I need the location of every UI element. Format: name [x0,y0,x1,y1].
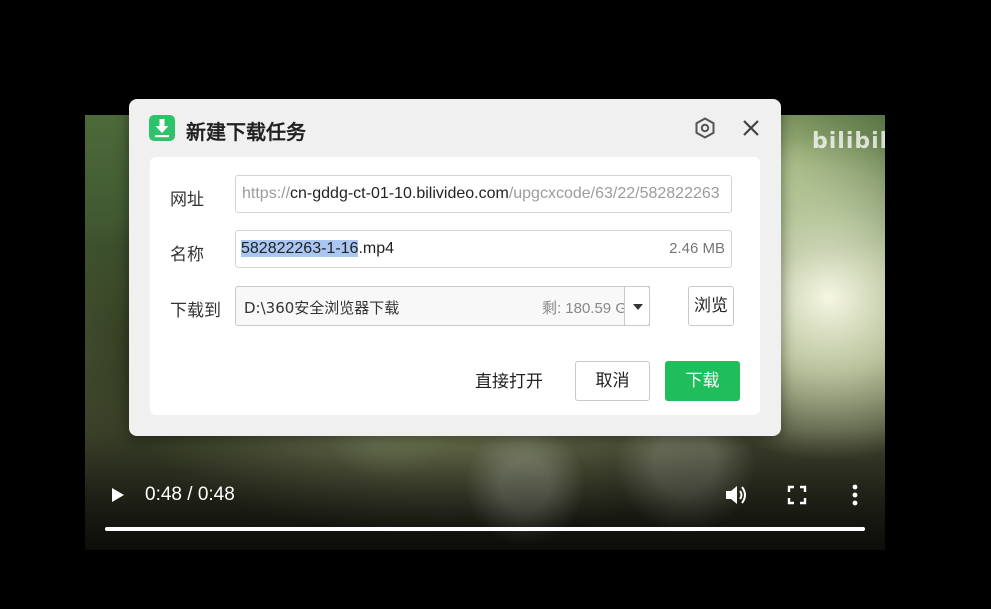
play-icon[interactable] [107,485,127,505]
browse-button[interactable]: 浏览 [688,286,734,326]
progress-fill [105,527,865,531]
filename-input[interactable]: 582822263-1-16.mp4 2.46 MB [235,230,732,268]
bilibili-watermark: bilibili [812,129,885,154]
save-path: D:\360安全浏览器下载 [244,299,400,317]
file-size: 2.46 MB [669,240,725,257]
close-icon[interactable] [740,117,762,139]
dialog-body: 网址 https://cn-gddg-ct-01-10.bilivideo.co… [150,157,760,415]
open-directly-button[interactable]: 直接打开 [468,362,550,402]
time-display: 0:48 / 0:48 [145,484,235,505]
url-path: /upgcxcode/63/22/582822263 [508,185,720,202]
dialog-title: 新建下载任务 [186,120,306,144]
url-host: cn-gddg-ct-01-10.bilivideo.com [290,185,509,202]
fullscreen-icon[interactable] [786,484,808,506]
more-options-icon[interactable] [845,482,865,508]
settings-icon[interactable] [693,116,717,140]
free-space: 剩: 180.59 GB [541,300,637,317]
progress-bar[interactable] [105,527,865,531]
video-controls: 0:48 / 0:48 [85,470,885,550]
url-scheme: https:// [242,185,291,202]
save-path-dropdown-button[interactable] [624,286,650,326]
name-label: 名称 [170,245,204,265]
save-to-label: 下载到 [170,301,221,321]
url-label: 网址 [170,190,204,210]
volume-icon[interactable] [723,482,749,508]
filename-extension: .mp4 [358,240,395,257]
save-path-field[interactable]: D:\360安全浏览器下载 剩: 180.59 GB [235,286,650,326]
url-input[interactable]: https://cn-gddg-ct-01-10.bilivideo.com/u… [235,175,732,213]
cancel-button[interactable]: 取消 [575,361,650,401]
filename-selected-text: 582822263-1-16 [241,240,359,257]
download-arrow-icon [149,115,175,141]
screen: bilibili 0:48 / 0:48 [0,0,991,609]
new-download-dialog: 新建下载任务 网址 https://cn-gddg-ct-01-10.biliv… [129,99,781,436]
download-button[interactable]: 下载 [665,361,740,401]
